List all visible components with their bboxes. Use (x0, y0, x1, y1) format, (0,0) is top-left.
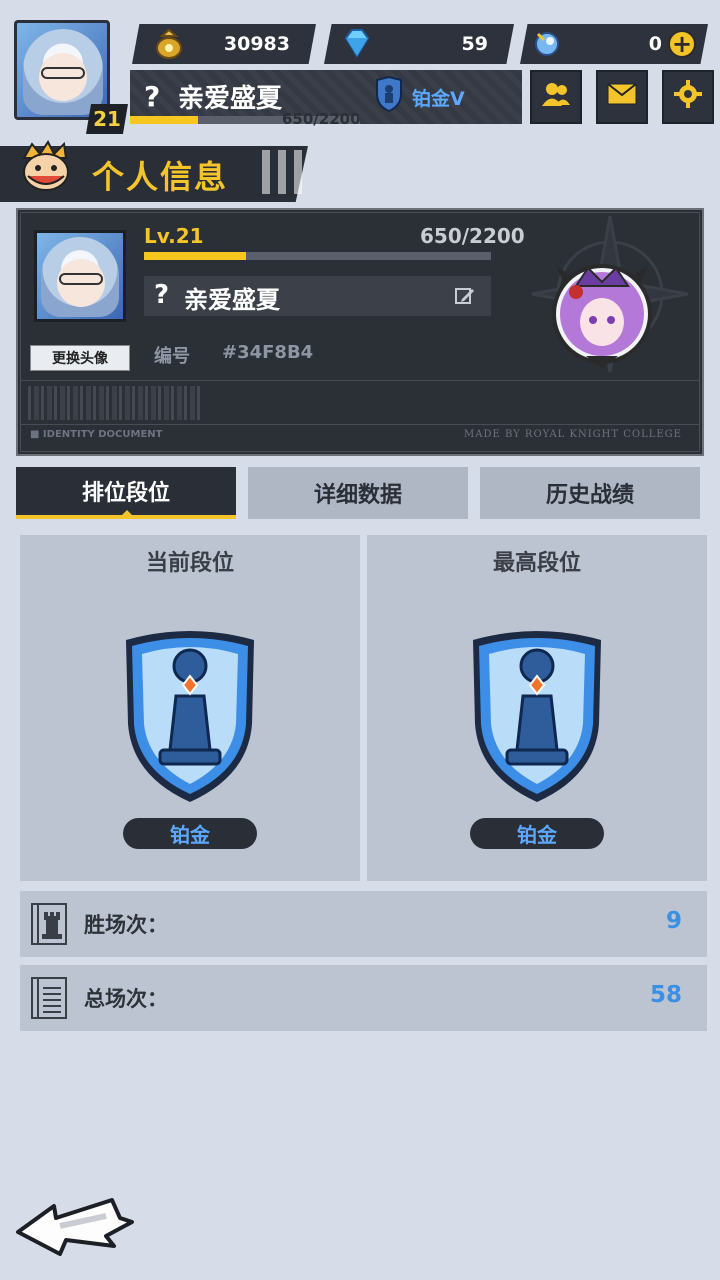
name-field-text: 亲爱盛夏 (184, 286, 280, 314)
tab-history[interactable]: 历史战绩 (480, 467, 700, 519)
coin-bag-icon (150, 24, 188, 62)
card-avatar[interactable] (34, 230, 126, 322)
card-divider (20, 380, 700, 381)
highest-rank-title: 最高段位 (492, 551, 581, 576)
page-title: 个人信息 (92, 158, 229, 196)
total-value: 58 (649, 982, 682, 1008)
platinum-rank-shield-icon (120, 626, 260, 804)
mail-icon (607, 82, 637, 112)
friends-button[interactable] (530, 70, 582, 124)
name-field-prefix: ? (154, 280, 170, 310)
card-divider (20, 424, 700, 425)
gold-value: 30983 (223, 33, 290, 55)
friends-icon (541, 81, 571, 114)
gem-icon (528, 24, 566, 62)
name-prefix: ? (144, 80, 161, 113)
mail-button[interactable] (596, 70, 648, 124)
made-by-label: MADE BY ROYAL KNIGHT COLLEGE (464, 429, 682, 440)
diamond-icon (338, 24, 376, 62)
current-rank-label: 铂金 (123, 818, 257, 849)
player-level-badge: 21 (86, 104, 128, 134)
identity-doc-label: ■ IDENTITY DOCUMENT (30, 429, 163, 440)
diamond-value: 59 (461, 33, 488, 55)
rank-label: 铂金V (412, 88, 465, 110)
active-tab-indicator (120, 510, 134, 517)
total-label: 总场次： (84, 987, 168, 1011)
card-exp-text: 650/2200 (420, 224, 525, 248)
rank-shield-icon (374, 75, 404, 113)
barcode (28, 386, 202, 420)
header-decoration (262, 150, 302, 194)
id-label: 编号 (154, 346, 190, 367)
card-exp-bar (144, 252, 491, 260)
card-level: Lv.21 (144, 224, 204, 248)
player-name: 亲爱盛夏 (178, 84, 283, 114)
rook-icon (30, 902, 68, 946)
current-rank-title: 当前段位 (145, 551, 234, 576)
gem-value: 0 (648, 33, 662, 55)
back-button[interactable] (14, 1196, 136, 1260)
notebook-icon (30, 976, 68, 1020)
id-value: #34F8B4 (222, 342, 314, 363)
highest-rank-label: 铂金 (470, 818, 604, 849)
settings-button[interactable] (662, 70, 714, 124)
tab-details[interactable]: 详细数据 (248, 467, 468, 519)
portrait-avatar (546, 256, 658, 368)
wins-label: 胜场次： (84, 913, 168, 937)
platinum-rank-shield-icon (467, 626, 607, 804)
gear-icon (674, 79, 702, 115)
add-currency-button[interactable]: + (668, 30, 696, 58)
exp-text: 650/2200 (282, 110, 361, 128)
change-avatar-button[interactable]: 更换头像 (30, 345, 130, 371)
mascot-face-icon (18, 140, 80, 196)
back-arrow-icon (16, 1198, 134, 1256)
wins-value: 9 (665, 908, 682, 934)
edit-icon[interactable] (454, 285, 476, 307)
